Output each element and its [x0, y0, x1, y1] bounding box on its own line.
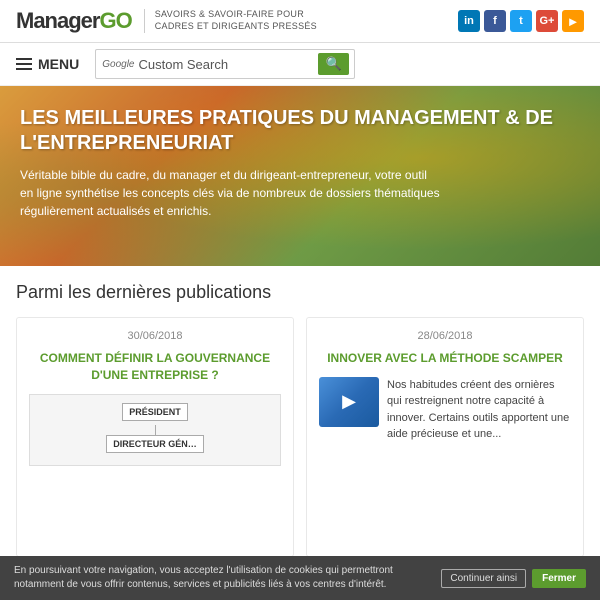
card-2: 28/06/2018 Innover avec la méthode SCAMP…: [306, 317, 584, 557]
cookie-bar: En poursuivant votre navigation, vous ac…: [0, 556, 600, 600]
google-plus-icon[interactable]: G+: [536, 10, 558, 32]
hamburger-icon: [16, 58, 32, 70]
org-line: [155, 425, 156, 435]
card-2-title[interactable]: Innover avec la méthode SCAMPER: [319, 350, 571, 367]
card-1-date: 30/06/2018: [29, 330, 281, 342]
linkedin-icon[interactable]: in: [458, 10, 480, 32]
hero-title: Les meilleures pratiques du management &…: [20, 106, 580, 156]
section-title: Parmi les dernières publications: [16, 282, 584, 303]
menu-button[interactable]: Menu: [16, 56, 79, 72]
search-button[interactable]: 🔍: [318, 53, 348, 75]
cookie-params-button[interactable]: Continuer ainsi: [441, 569, 526, 588]
cards-row: 30/06/2018 COMMENT DÉFINIR LA GOUVERNANC…: [16, 317, 584, 557]
cookie-close-button[interactable]: Fermer: [532, 569, 586, 588]
logo-go: GO: [99, 8, 131, 33]
hero-description: Véritable bible du cadre, du manager et …: [20, 166, 440, 220]
navbar: Menu Google 🔍: [0, 43, 600, 86]
card-1-org-chart: PRÉSIDENT DIRECTEUR GÉN…: [29, 394, 281, 466]
card-2-content: ▶ Nos habitudes créent des ornières qui …: [319, 377, 571, 443]
logo-text: Manager: [16, 8, 99, 33]
rss-icon[interactable]: ►: [562, 10, 584, 32]
card-2-date: 28/06/2018: [319, 330, 571, 342]
card-2-thumbnail: ▶: [319, 377, 379, 427]
cookie-actions: Continuer ainsi Fermer: [441, 569, 586, 588]
card-2-body: Nos habitudes créent des ornières qui re…: [387, 377, 571, 443]
search-bar: Google 🔍: [95, 49, 355, 79]
card-1-title[interactable]: COMMENT DÉFINIR LA GOUVERNANCE D'UNE ENT…: [29, 350, 281, 384]
google-label: Google: [102, 59, 134, 70]
cookie-text: En poursuivant votre navigation, vous ac…: [14, 564, 431, 592]
hero-content: Les meilleures pratiques du management &…: [0, 86, 600, 236]
thumb-arrow-icon: ▶: [342, 391, 356, 412]
org-box-president: PRÉSIDENT: [122, 403, 188, 421]
facebook-icon[interactable]: f: [484, 10, 506, 32]
main-content: Parmi les dernières publications 30/06/2…: [0, 266, 600, 557]
site-logo[interactable]: ManagerGO: [16, 8, 132, 34]
hero-section: Les meilleures pratiques du management &…: [0, 86, 600, 266]
menu-label: Menu: [38, 56, 79, 72]
twitter-icon[interactable]: t: [510, 10, 532, 32]
social-icons: in f t G+ ►: [458, 10, 584, 32]
site-header: ManagerGO SAVOIRS & SAVOIR-FAIRE POUR CA…: [0, 0, 600, 43]
site-tagline: SAVOIRS & SAVOIR-FAIRE POUR CADRES ET DI…: [144, 9, 317, 32]
logo-area: ManagerGO SAVOIRS & SAVOIR-FAIRE POUR CA…: [16, 8, 317, 34]
card-1: 30/06/2018 COMMENT DÉFINIR LA GOUVERNANC…: [16, 317, 294, 557]
org-box-director: DIRECTEUR GÉN…: [106, 435, 204, 453]
search-input[interactable]: [138, 57, 314, 72]
